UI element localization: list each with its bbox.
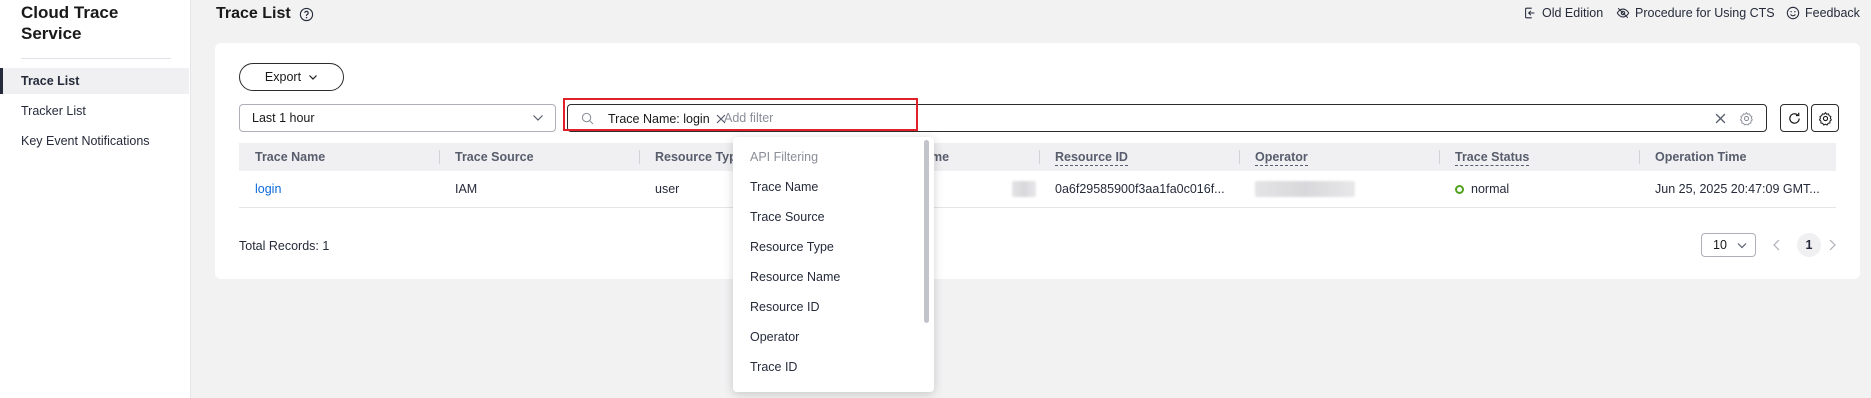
add-filter-input[interactable] — [724, 108, 1524, 128]
status-normal-icon — [1455, 185, 1464, 194]
sidebar-divider — [21, 58, 171, 59]
page-title: Trace List — [216, 5, 291, 22]
dropdown-item-resource-type[interactable]: Resource Type — [733, 232, 923, 262]
next-page-icon[interactable] — [1826, 238, 1838, 252]
filter-tag: Trace Name: login — [608, 110, 726, 128]
table-row: login IAM user 0a6f29585900f3aa1fa0c016f… — [239, 171, 1836, 208]
dropdown-item-trace-source[interactable]: Trace Source — [733, 202, 923, 232]
dropdown-group-api-filtering: API Filtering — [750, 150, 819, 164]
column-trace-name: Trace Name — [255, 150, 326, 164]
trace-list-card: Export Last 1 hour Trace Name: login Tra… — [215, 43, 1860, 279]
prev-page-icon[interactable] — [1771, 238, 1783, 252]
filter-dropdown: API Filtering Trace Name Trace Source Re… — [733, 137, 934, 392]
settings-button[interactable] — [1811, 104, 1839, 132]
search-icon — [581, 112, 594, 125]
dropdown-item-operator[interactable]: Operator — [733, 322, 923, 352]
chevron-down-icon — [309, 75, 317, 80]
column-operation-time: Operation Time — [1655, 150, 1747, 164]
column-trace-status[interactable]: Trace Status — [1439, 143, 1530, 171]
refresh-button[interactable] — [1780, 104, 1808, 132]
old-edition-link[interactable]: Old Edition — [1523, 6, 1603, 20]
old-edition-label: Old Edition — [1542, 6, 1604, 20]
page-size-select[interactable]: 10 — [1701, 233, 1756, 257]
sidebar-item-tracker-list[interactable]: Tracker List — [0, 98, 189, 124]
page-size-value: 10 — [1713, 238, 1727, 252]
sidebar-item-key-event-notifications[interactable]: Key Event Notifications — [0, 128, 189, 154]
page-number-current[interactable]: 1 — [1797, 233, 1821, 257]
chevron-down-icon — [1737, 243, 1747, 249]
filter-search-box[interactable]: Trace Name: login — [567, 104, 1767, 132]
refresh-icon — [1788, 112, 1800, 124]
dropdown-item-trace-name[interactable]: Trace Name — [733, 172, 923, 202]
table-header: Trace Name Trace Source Resource Typ me … — [239, 143, 1836, 171]
dropdown-item-resource-name[interactable]: Resource Name — [733, 262, 923, 292]
column-resource-id[interactable]: Resource ID — [1039, 143, 1128, 171]
procedure-label: Procedure for Using CTS — [1635, 6, 1775, 20]
sidebar: Cloud Trace Service Trace List Tracker L… — [0, 0, 191, 398]
gear-icon — [1818, 111, 1832, 126]
filter-tag-label: Trace Name: login — [608, 112, 710, 126]
time-range-value: Last 1 hour — [252, 111, 315, 125]
column-operator[interactable]: Operator — [1239, 143, 1308, 171]
trace-source-cell: IAM — [455, 182, 478, 196]
feedback-label: Feedback — [1805, 6, 1860, 20]
smile-icon — [1786, 6, 1800, 20]
clear-icon[interactable] — [1715, 113, 1726, 124]
trace-status-text: normal — [1471, 182, 1510, 196]
trace-status-cell: normal — [1439, 171, 1509, 208]
chevron-down-icon — [533, 115, 543, 121]
help-icon[interactable] — [299, 7, 314, 22]
redacted-operator — [1255, 181, 1355, 197]
total-records: Total Records: 1 — [239, 239, 330, 253]
column-resource-type: Resource Typ — [655, 150, 737, 164]
eye-off-icon — [1616, 7, 1630, 19]
procedure-link[interactable]: Procedure for Using CTS — [1616, 6, 1775, 20]
dropdown-item-resource-id[interactable]: Resource ID — [733, 292, 923, 322]
time-range-select[interactable]: Last 1 hour — [239, 104, 556, 132]
service-title: Cloud Trace Service — [21, 3, 119, 43]
gear-icon[interactable] — [1739, 111, 1754, 126]
column-trace-source: Trace Source — [455, 150, 534, 164]
feedback-link[interactable]: Feedback — [1786, 6, 1860, 20]
dropdown-scrollbar[interactable] — [924, 140, 929, 323]
sidebar-item-trace-list[interactable]: Trace List — [0, 68, 189, 94]
operation-time-cell: Jun 25, 2025 20:47:09 GMT... — [1655, 182, 1820, 196]
dropdown-item-trace-id[interactable]: Trace ID — [733, 352, 923, 382]
trace-name-link[interactable]: login — [239, 171, 281, 208]
exit-icon — [1525, 7, 1535, 19]
resource-id-cell: 0a6f29585900f3aa1fa0c016f... — [1055, 182, 1225, 196]
redacted-resource-name — [1012, 181, 1036, 197]
export-button[interactable]: Export — [239, 63, 344, 91]
resource-type-cell: user — [655, 182, 680, 196]
export-label: Export — [264, 70, 302, 84]
